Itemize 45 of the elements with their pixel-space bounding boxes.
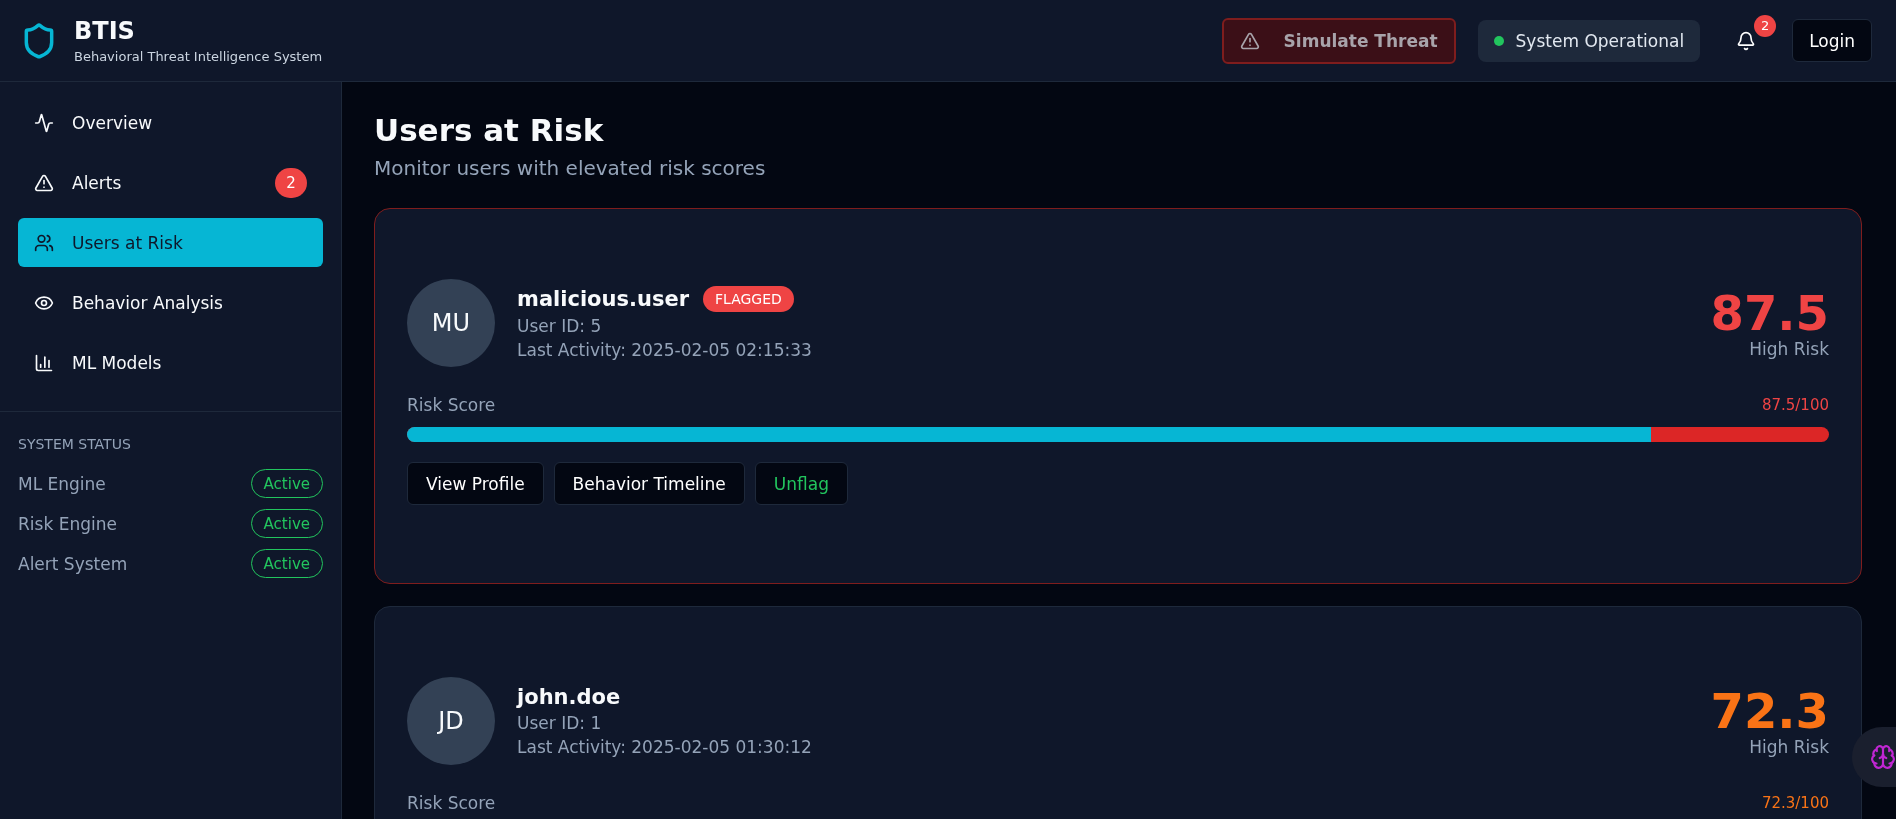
warning-icon (34, 172, 54, 193)
brain-icon (1870, 744, 1896, 770)
unflag-button[interactable]: Unflag (754, 462, 848, 505)
bar-chart-icon (34, 352, 54, 373)
page-subtitle: Monitor users with elevated risk scores (374, 156, 767, 180)
service-name: Risk Engine (18, 513, 117, 534)
risk-score-reading: 87.5/100 (1761, 396, 1829, 414)
action-button[interactable]: View Profile (407, 462, 544, 505)
nav-item[interactable]: Overview (18, 98, 323, 147)
service-name: Alert System (18, 553, 128, 574)
flagged-badge: FLAGGED (703, 286, 794, 312)
risk-score: 72.3 (1710, 684, 1829, 738)
users-icon (34, 232, 54, 253)
nav-item[interactable]: ML Models (18, 338, 323, 387)
last-activity: Last Activity: 2025-02-05 01:30:12 (517, 737, 813, 757)
pulse-icon (34, 112, 54, 133)
risk-score-reading: 72.3/100 (1761, 794, 1829, 812)
nav-item[interactable]: Users at Risk (18, 218, 323, 267)
user-avatar: JD (407, 677, 495, 765)
simulate-threat-button[interactable]: Simulate Threat (1221, 17, 1456, 64)
page-title: Users at Risk (374, 112, 605, 148)
app-subtitle: Behavioral Threat Intelligence System (74, 49, 323, 64)
action-button[interactable]: Behavior Timeline (553, 462, 745, 505)
login-button[interactable]: Login (1792, 19, 1872, 62)
user-id: User ID: 1 (517, 713, 603, 733)
bell-icon (1736, 30, 1757, 51)
nav-item[interactable]: Behavior Analysis (18, 278, 323, 327)
user-name: malicious.user (517, 287, 689, 311)
risk-level: High Risk (1749, 339, 1829, 360)
risk-score-label: Risk Score (407, 395, 496, 415)
system-status-text: System Operational (1515, 30, 1685, 51)
user-avatar: MU (407, 279, 495, 367)
user-name: john.doe (517, 685, 621, 709)
app-title: BTIS (74, 17, 136, 45)
service-name: ML Engine (18, 473, 106, 494)
user-id: User ID: 5 (517, 316, 603, 336)
notification-count: 2 (1754, 14, 1777, 37)
nav-item[interactable]: Alerts 2 (18, 158, 323, 207)
section-heading: SYSTEM STATUS (18, 436, 132, 452)
risk-level: High Risk (1749, 737, 1829, 758)
warning-icon (1239, 30, 1260, 51)
last-activity: Last Activity: 2025-02-05 02:15:33 (517, 340, 813, 360)
risk-score-label: Risk Score (407, 793, 496, 813)
alert-count-badge: 2 (275, 167, 307, 198)
risk-score: 87.5 (1710, 286, 1829, 340)
